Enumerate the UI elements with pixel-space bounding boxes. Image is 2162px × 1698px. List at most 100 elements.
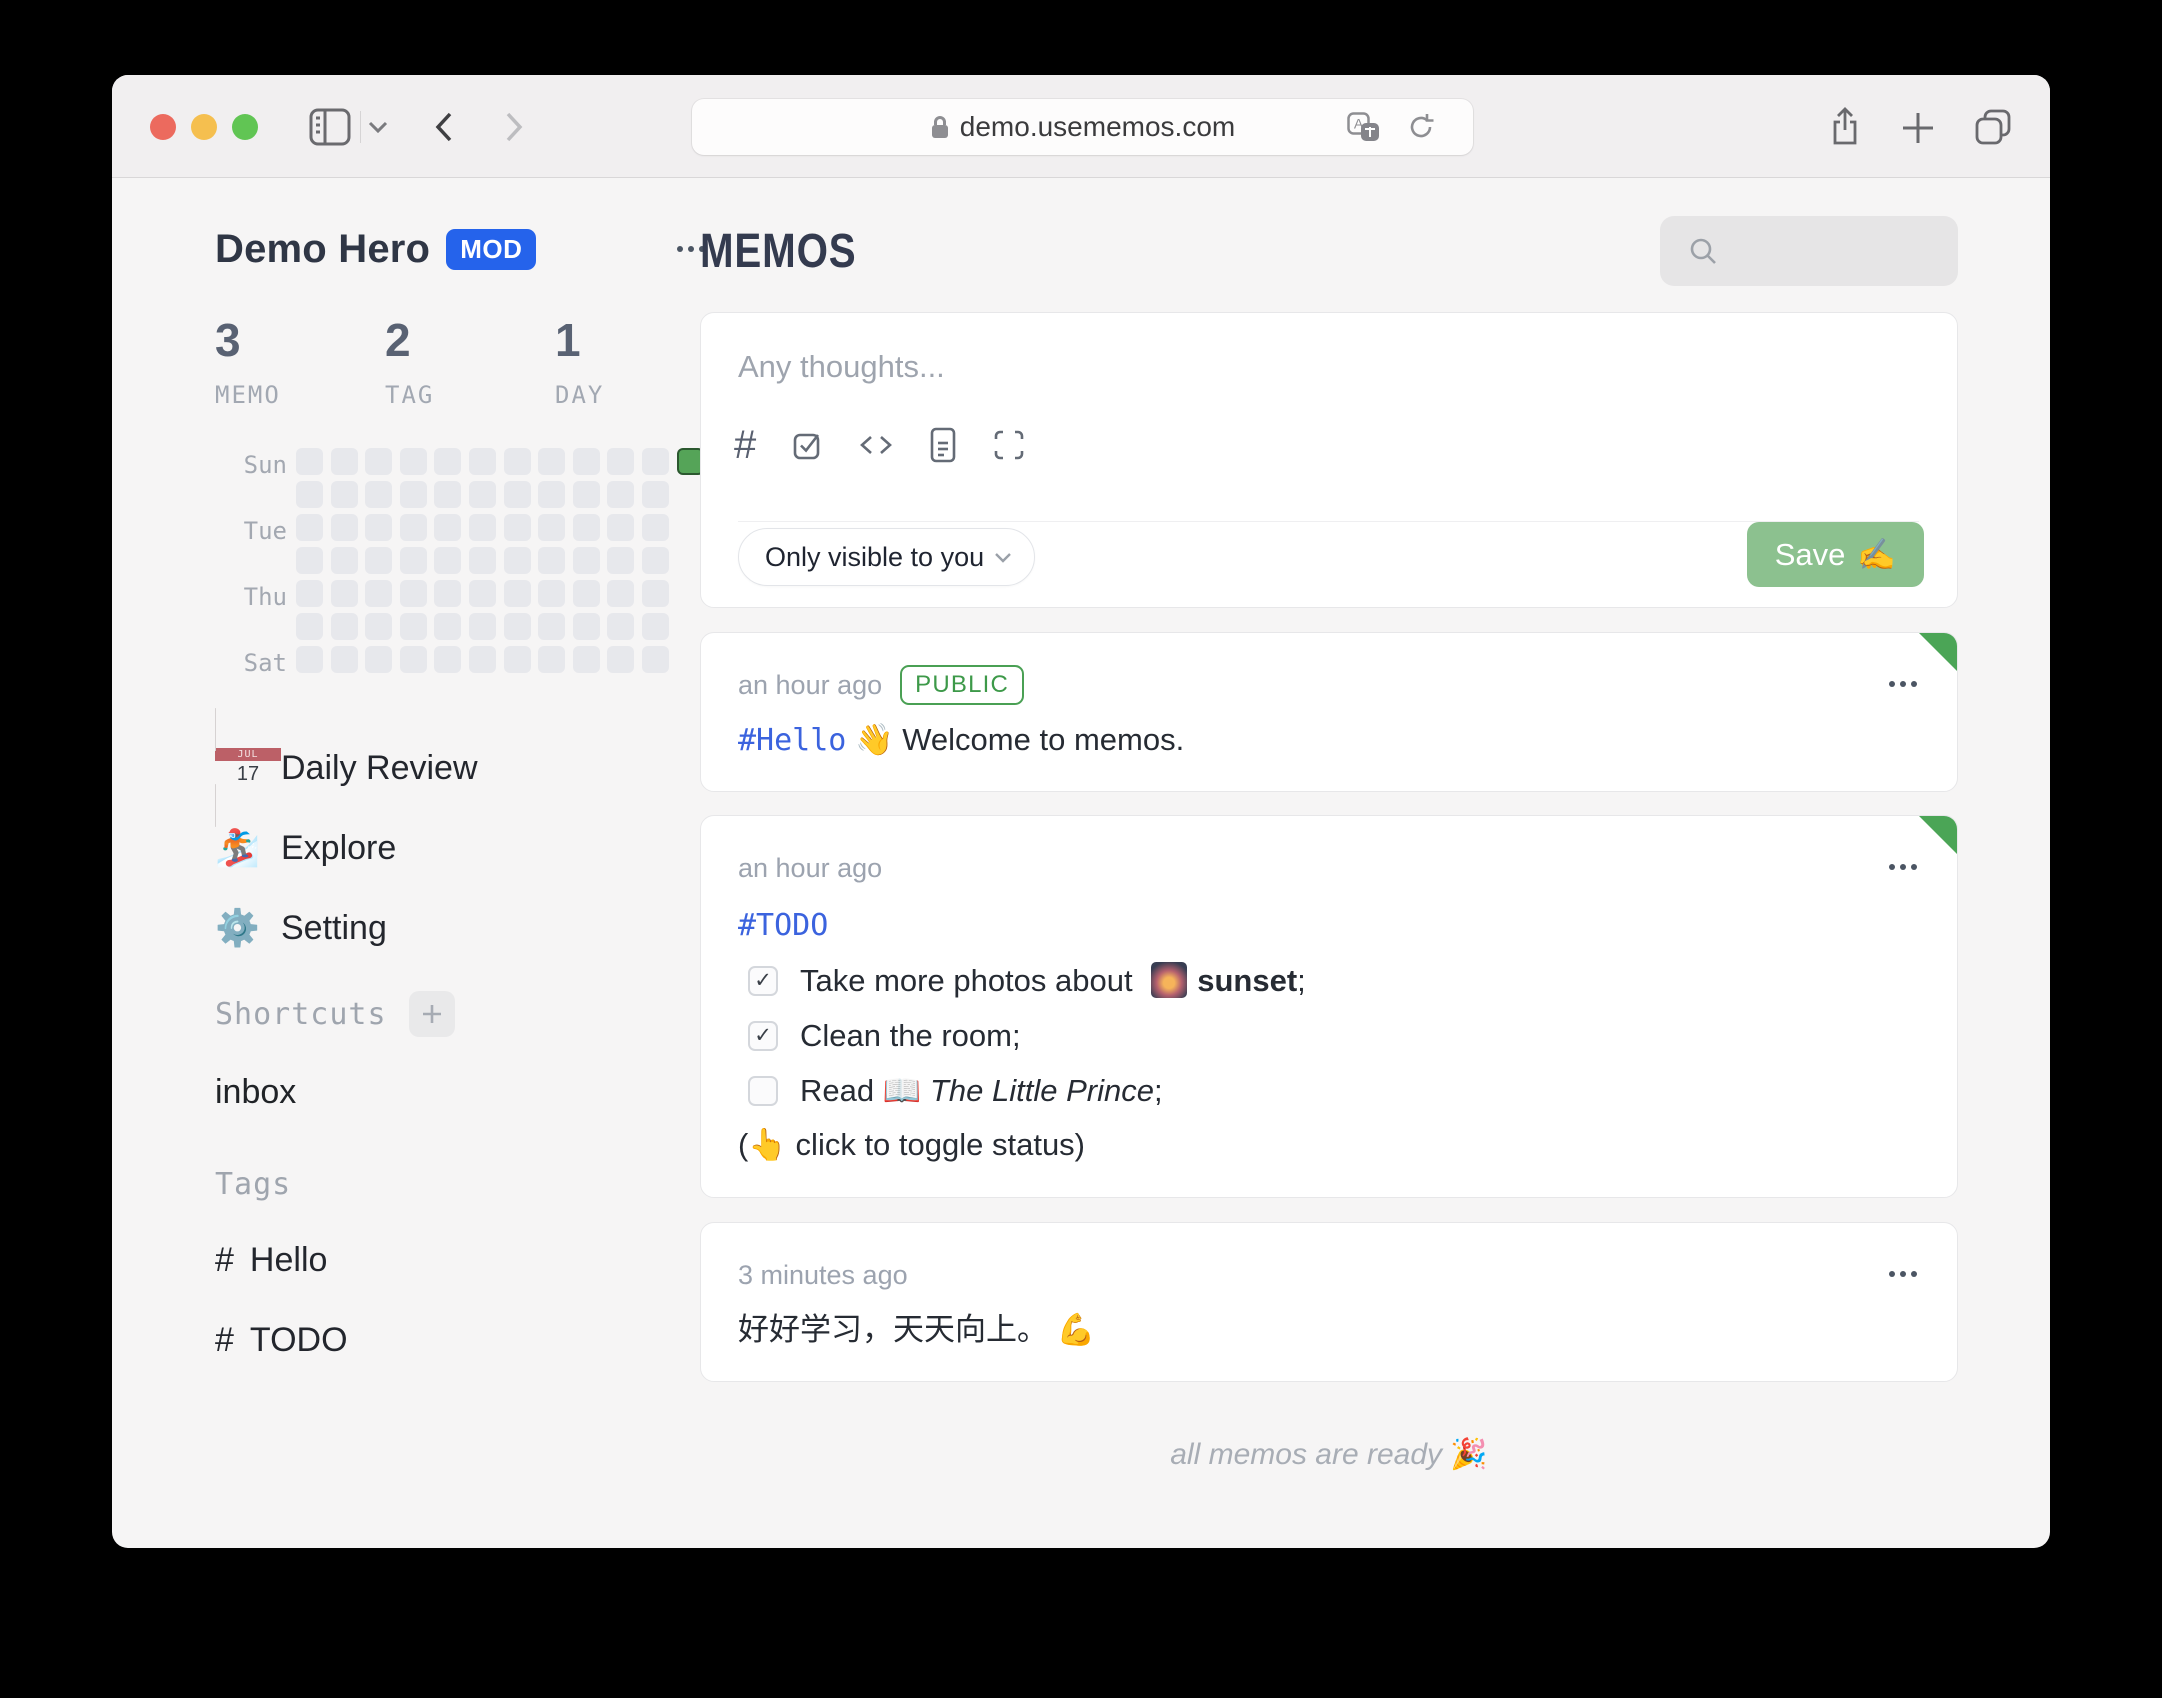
sidebar-item-setting[interactable]: ⚙️ Setting — [215, 901, 478, 955]
heatmap-cell[interactable] — [469, 514, 496, 541]
heatmap-cell[interactable] — [434, 448, 461, 475]
fullscreen-icon[interactable] — [992, 428, 1026, 462]
checkbox-icon[interactable] — [790, 428, 824, 462]
heatmap-cell[interactable] — [504, 448, 531, 475]
heatmap-cell[interactable] — [400, 514, 427, 541]
search-input[interactable] — [1660, 216, 1958, 286]
heatmap-cell[interactable] — [365, 646, 392, 673]
tab-overview-icon[interactable] — [1974, 108, 2012, 146]
heatmap-cell[interactable] — [434, 481, 461, 508]
heatmap-cell[interactable] — [642, 613, 669, 640]
add-tag-icon[interactable]: # — [734, 425, 756, 465]
heatmap-cell[interactable] — [607, 580, 634, 607]
heatmap-cell[interactable] — [331, 481, 358, 508]
memo-more-icon[interactable] — [1889, 864, 1917, 870]
sidebar-toggle-icon[interactable] — [308, 106, 352, 148]
heatmap-cell[interactable] — [504, 481, 531, 508]
reload-icon[interactable] — [1407, 112, 1435, 142]
heatmap-cell[interactable] — [538, 481, 565, 508]
memo-tag-hello[interactable]: #Hello — [738, 723, 846, 758]
back-button[interactable] — [434, 111, 454, 143]
heatmap-cell[interactable] — [573, 613, 600, 640]
heatmap-cell[interactable] — [504, 646, 531, 673]
memo-more-icon[interactable] — [1889, 1271, 1917, 1277]
heatmap-cell[interactable] — [642, 481, 669, 508]
heatmap-cell[interactable] — [296, 547, 323, 574]
user-banner[interactable]: Demo Hero MOD — [215, 227, 537, 272]
heatmap-cell[interactable] — [573, 448, 600, 475]
close-window-button[interactable] — [150, 114, 176, 140]
heatmap-cell[interactable] — [434, 580, 461, 607]
task-checkbox-unchecked[interactable] — [748, 1075, 778, 1106]
heatmap-cell[interactable] — [469, 613, 496, 640]
heatmap-cell[interactable] — [573, 514, 600, 541]
translate-icon[interactable]: A — [1347, 112, 1381, 142]
new-tab-icon[interactable] — [1901, 111, 1935, 145]
heatmap-cell[interactable] — [400, 580, 427, 607]
heatmap-cell[interactable] — [400, 646, 427, 673]
heatmap-cell[interactable] — [400, 448, 427, 475]
heatmap-cell[interactable] — [400, 613, 427, 640]
forward-button[interactable] — [504, 111, 524, 143]
heatmap-cell[interactable] — [607, 646, 634, 673]
editor-placeholder[interactable]: Any thoughts... — [738, 349, 945, 385]
heatmap-cell[interactable] — [331, 646, 358, 673]
save-button[interactable]: Save ✍️ — [1746, 522, 1924, 587]
heatmap-cell[interactable] — [469, 481, 496, 508]
heatmap-cell[interactable] — [573, 580, 600, 607]
shortcut-item-inbox[interactable]: inbox — [215, 1073, 296, 1112]
heatmap-cell[interactable] — [607, 613, 634, 640]
heatmap-cell[interactable] — [400, 547, 427, 574]
heatmap-cell[interactable] — [365, 613, 392, 640]
heatmap-cell[interactable] — [538, 547, 565, 574]
heatmap-cell[interactable] — [538, 646, 565, 673]
share-icon[interactable] — [1828, 107, 1862, 147]
address-bar[interactable]: demo.usememos.com A — [692, 99, 1473, 155]
code-block-icon[interactable] — [858, 428, 894, 462]
heatmap-cell[interactable] — [607, 514, 634, 541]
heatmap-cell[interactable] — [573, 646, 600, 673]
heatmap-cell[interactable] — [296, 481, 323, 508]
heatmap-cell[interactable] — [469, 448, 496, 475]
heatmap-cell[interactable] — [469, 580, 496, 607]
heatmap-cell[interactable] — [607, 448, 634, 475]
task-checkbox-checked[interactable]: ✓ — [748, 1020, 778, 1051]
heatmap-cell[interactable] — [365, 514, 392, 541]
minimize-window-button[interactable] — [191, 114, 217, 140]
heatmap-cell[interactable] — [365, 547, 392, 574]
heatmap-cell[interactable] — [642, 547, 669, 574]
sidebar-item-explore[interactable]: 🏂 Explore — [215, 821, 478, 875]
heatmap-cell[interactable] — [296, 580, 323, 607]
heatmap-cell[interactable] — [573, 481, 600, 508]
heatmap-cell[interactable] — [504, 580, 531, 607]
heatmap-cell[interactable] — [331, 448, 358, 475]
heatmap-cell[interactable] — [365, 481, 392, 508]
visibility-selector[interactable]: Only visible to you — [738, 528, 1036, 586]
heatmap-cell[interactable] — [642, 514, 669, 541]
task-checkbox-checked[interactable]: ✓ — [748, 965, 778, 996]
heatmap-cell[interactable] — [296, 514, 323, 541]
heatmap-cell[interactable] — [642, 448, 669, 475]
heatmap-cell[interactable] — [434, 613, 461, 640]
heatmap-cell[interactable] — [365, 448, 392, 475]
heatmap-cell[interactable] — [365, 580, 392, 607]
heatmap-cell[interactable] — [607, 547, 634, 574]
document-icon[interactable] — [928, 427, 958, 463]
heatmap-cell[interactable] — [538, 580, 565, 607]
sidebar-tag-hello[interactable]: # Hello — [215, 1241, 327, 1280]
heatmap-cell[interactable] — [504, 613, 531, 640]
heatmap-cell[interactable] — [642, 580, 669, 607]
heatmap-cell[interactable] — [400, 481, 427, 508]
zoom-window-button[interactable] — [232, 114, 258, 140]
chevron-down-icon[interactable] — [368, 121, 388, 133]
heatmap-cell[interactable] — [538, 448, 565, 475]
heatmap-cell[interactable] — [331, 580, 358, 607]
sidebar-tag-todo[interactable]: # TODO — [215, 1321, 348, 1360]
heatmap-cell[interactable] — [469, 646, 496, 673]
heatmap-cell[interactable] — [331, 514, 358, 541]
heatmap-cell[interactable] — [607, 481, 634, 508]
heatmap-cell[interactable] — [469, 547, 496, 574]
heatmap-cell[interactable] — [504, 514, 531, 541]
heatmap-cell[interactable] — [296, 646, 323, 673]
heatmap-cell[interactable] — [434, 514, 461, 541]
